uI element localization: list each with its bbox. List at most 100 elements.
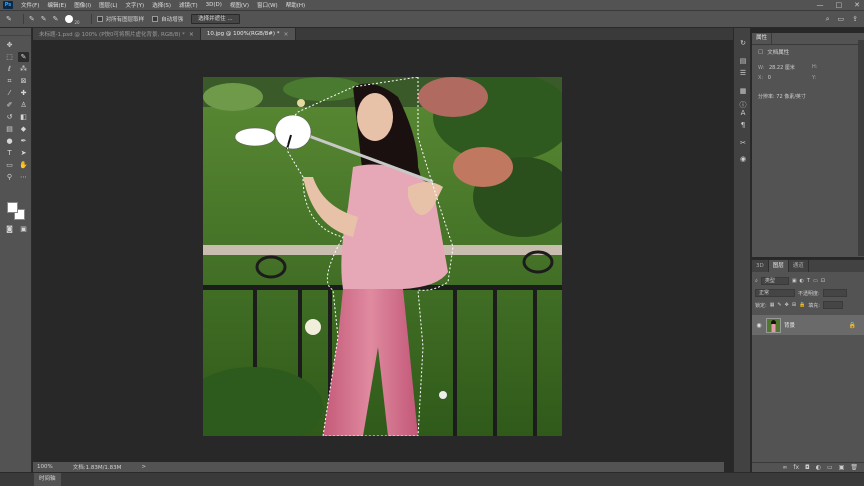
eraser-icon[interactable]: ◧ (18, 112, 29, 122)
auto-enhance-checkbox[interactable] (152, 16, 159, 22)
layer-kind-select[interactable]: 类型 (760, 277, 789, 285)
sample-all-layers-checkbox[interactable] (96, 16, 103, 22)
tab-10-jpg[interactable]: 10.jpg @ 100%(RGB/8#) * × (200, 28, 296, 40)
link-layers-icon[interactable]: ∞ (782, 464, 787, 471)
filter-shape-icon[interactable]: ▭ (813, 278, 818, 284)
select-and-mask-button[interactable]: 选择并遮住 ... (191, 14, 240, 24)
canvas-area[interactable] (33, 40, 724, 462)
history-brush-icon[interactable]: ↺ (4, 112, 15, 122)
path-selection-icon[interactable]: ➤ (18, 148, 29, 158)
panel-scrollbar[interactable] (858, 40, 864, 256)
tab-timeline[interactable]: 时间轴 (34, 473, 61, 486)
share-icon[interactable]: ⇪ (852, 15, 858, 24)
width-value[interactable]: 28.22 厘米 (769, 65, 795, 71)
gradient-tool-icon[interactable]: ▤ (4, 124, 15, 134)
adjustment-layer-icon[interactable]: ◐ (816, 464, 821, 471)
menu-window[interactable]: 窗口(W) (257, 1, 278, 9)
type-tool-icon[interactable]: T (4, 148, 15, 158)
filter-pixel-icon[interactable]: ▣ (792, 278, 797, 284)
layer-row-background[interactable]: ◉ 背景 🔒 (752, 315, 864, 335)
screen-mode-icon[interactable]: ▣ (18, 224, 29, 234)
new-layer-icon[interactable]: ▣ (839, 464, 845, 471)
quick-mask-icon[interactable]: ◙ (4, 224, 15, 234)
menu-file[interactable]: 文件(F) (21, 1, 39, 9)
tab-3d[interactable]: 3D (752, 260, 769, 272)
history-icon[interactable]: ↻ (737, 38, 749, 48)
clone-stamp-icon[interactable]: ♙ (18, 100, 29, 110)
menu-image[interactable]: 图像(I) (74, 1, 91, 9)
menu-3d[interactable]: 3D(D) (206, 2, 222, 8)
eyedropper-icon[interactable]: ⁄ (4, 88, 15, 98)
menu-help[interactable]: 帮助(H) (286, 1, 305, 9)
fill-field[interactable] (822, 301, 843, 309)
brush-preset-picker[interactable] (64, 15, 73, 23)
healing-brush-icon[interactable]: ✚ (18, 88, 29, 98)
blur-tool-icon[interactable]: ◆ (18, 124, 29, 134)
workspace-icon[interactable]: ▭ (838, 15, 845, 24)
frame-tool-icon[interactable]: ⊠ (18, 76, 29, 86)
add-mask-icon[interactable]: ◘ (805, 464, 810, 471)
close-icon[interactable]: × (284, 31, 289, 38)
menu-edit[interactable]: 编辑(E) (47, 1, 66, 9)
filter-type-icon[interactable]: T (807, 278, 810, 284)
menu-view[interactable]: 视图(V) (230, 1, 249, 9)
properties-icon[interactable]: ▤ (737, 56, 749, 66)
x-value[interactable]: 0 (768, 75, 771, 81)
lock-pixels-icon[interactable]: ▦ (770, 302, 775, 308)
minimize-button[interactable]: — (817, 1, 824, 9)
move-tool-icon[interactable]: ✥ (4, 40, 15, 50)
filter-adjust-icon[interactable]: ◐ (800, 278, 804, 284)
opacity-field[interactable] (822, 289, 847, 297)
document-image[interactable] (203, 77, 562, 436)
search-icon[interactable]: ⌕ (826, 15, 830, 24)
brush-tool-icon[interactable]: ✐ (4, 100, 15, 110)
tab-properties[interactable]: 属性 (752, 33, 773, 44)
character-icon[interactable]: A (737, 108, 749, 118)
window-controls: — □ ✕ (817, 0, 861, 10)
crop-tool-icon[interactable]: ⌗ (4, 76, 15, 86)
new-selection-icon[interactable]: ✎ (29, 15, 35, 23)
layer-style-icon[interactable]: fx (793, 464, 799, 471)
menu-layer[interactable]: 图层(L) (99, 1, 117, 9)
more-tools-icon[interactable]: ⋯ (18, 172, 29, 182)
subtract-from-selection-icon[interactable]: ✎ (53, 15, 59, 23)
paragraph-icon[interactable]: ¶ (737, 120, 749, 130)
foreground-color-swatch[interactable] (7, 202, 18, 213)
menu-type[interactable]: 文字(Y) (126, 1, 145, 9)
libraries-icon[interactable]: ▦ (737, 86, 749, 96)
channels-icon[interactable]: ◉ (737, 154, 749, 164)
quick-selection-tool-icon[interactable]: ✎ (6, 15, 12, 23)
adjustments-icon[interactable]: ☰ (737, 68, 749, 78)
close-button[interactable]: ✕ (854, 1, 860, 9)
delete-layer-icon[interactable]: 🗑 (850, 464, 858, 471)
lock-all-icon[interactable]: 🔒 (799, 302, 805, 308)
status-menu-arrow[interactable]: > (141, 464, 146, 470)
marquee-tool-icon[interactable]: ⬚ (4, 52, 15, 62)
magic-wand-icon[interactable]: ⁂ (18, 64, 29, 74)
quick-selection-tool-icon[interactable]: ✎ (18, 52, 29, 62)
dodge-tool-icon[interactable]: ● (4, 136, 15, 146)
tab-channels[interactable]: 通道 (789, 260, 809, 272)
pen-tool-icon[interactable]: ✒ (18, 136, 29, 146)
menu-select[interactable]: 选择(S) (152, 1, 171, 9)
tools-presets-icon[interactable]: ✂ (737, 138, 749, 148)
hand-tool-icon[interactable]: ✋ (18, 160, 29, 170)
blend-mode-select[interactable]: 正常 (755, 289, 795, 297)
new-group-icon[interactable]: ▭ (827, 464, 833, 471)
lock-artboard-icon[interactable]: ⊞ (792, 302, 796, 308)
zoom-level[interactable]: 100% (37, 464, 53, 470)
maximize-button[interactable]: □ (836, 1, 843, 9)
toolbar-grip[interactable] (0, 28, 31, 36)
zoom-tool-icon[interactable]: ⚲ (4, 172, 15, 182)
filter-smart-icon[interactable]: ⊡ (821, 278, 825, 284)
lock-move-icon[interactable]: ✥ (785, 302, 789, 308)
menu-filter[interactable]: 滤镜(T) (179, 1, 198, 9)
lasso-tool-icon[interactable]: ℓ (4, 64, 15, 74)
tab-layers[interactable]: 图层 (768, 260, 789, 272)
lock-brush-icon[interactable]: ✎ (777, 302, 781, 308)
tab-untitled-psd[interactable]: 未标题-1.psd @ 100% (P快0可将照片虚化背景, RGB/8) * … (33, 28, 201, 40)
add-to-selection-icon[interactable]: ✎ (41, 15, 47, 23)
close-icon[interactable]: × (189, 31, 194, 38)
eye-icon[interactable]: ◉ (754, 322, 764, 329)
rectangle-tool-icon[interactable]: ▭ (4, 160, 15, 170)
